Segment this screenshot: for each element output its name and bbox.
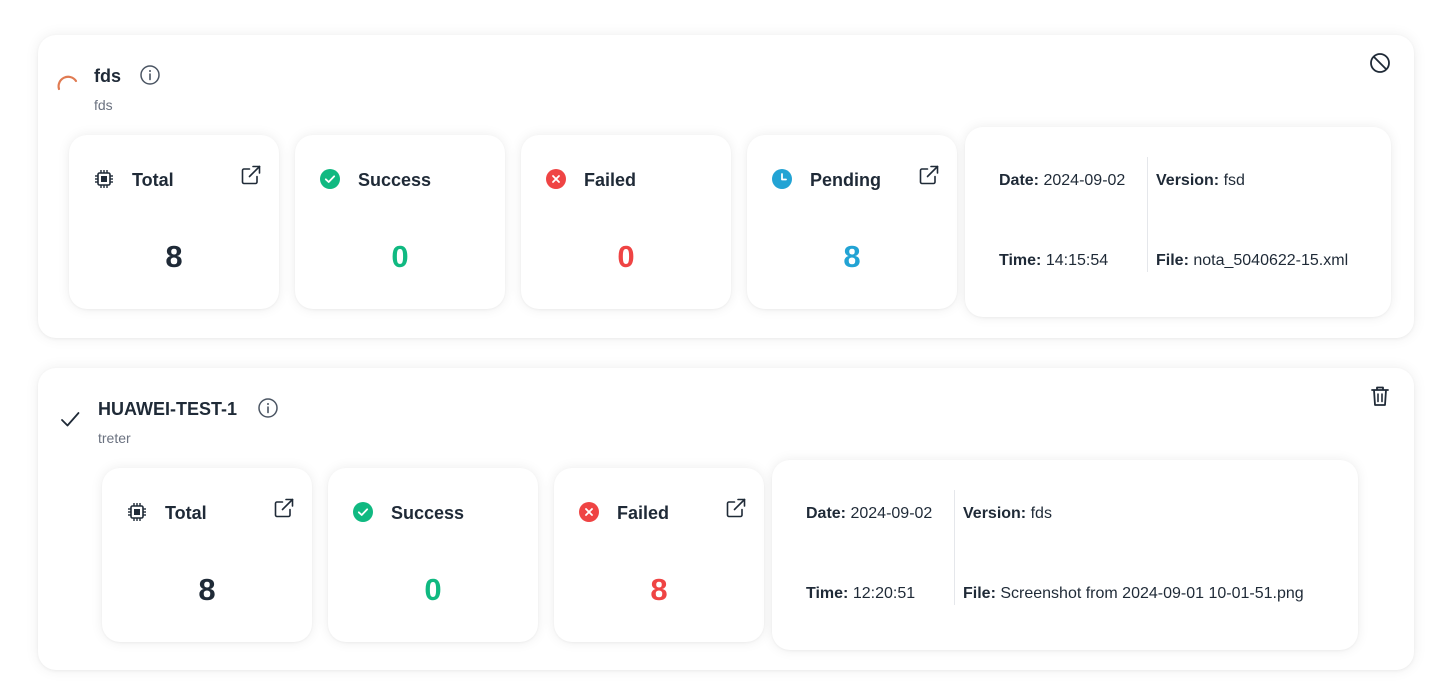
job-subtitle: fds xyxy=(94,97,113,113)
job-subtitle: treter xyxy=(98,430,131,446)
stat-value: 0 xyxy=(617,239,635,274)
info-icon[interactable] xyxy=(257,397,279,419)
meta-key: Time: xyxy=(806,585,849,602)
stat-card-failed: Failed 8 xyxy=(554,468,764,642)
job-title: HUAWEI-TEST-1 xyxy=(98,399,238,419)
check-circle-icon xyxy=(352,501,374,523)
stat-card-failed: Failed 0 xyxy=(521,135,731,309)
stat-card-total: Total 8 xyxy=(102,468,312,642)
meta-value: 2024-09-02 xyxy=(850,505,933,522)
clock-icon xyxy=(771,168,793,190)
chip-icon xyxy=(93,168,115,190)
meta-date: Date: 2024-09-02 xyxy=(806,505,932,523)
meta-version: Version: fds xyxy=(963,505,1052,523)
stat-card-total: Total 8 xyxy=(69,135,279,309)
x-circle-icon xyxy=(578,501,600,523)
stat-label: Total xyxy=(165,503,207,523)
stat-value: 8 xyxy=(165,239,183,274)
meta-value: Screenshot from 2024-09-01 10-01-51.png xyxy=(1000,585,1304,602)
stat-label: Success xyxy=(358,170,432,190)
stat-label: Total xyxy=(132,170,174,190)
stat-value: 8 xyxy=(650,572,668,607)
spinner-icon xyxy=(55,72,81,98)
chip-icon xyxy=(126,501,148,523)
meta-file: File: Screenshot from 2024-09-01 10-01-5… xyxy=(963,585,1304,603)
job-meta-card: Date: 2024-09-02 Time: 12:20:51 Version:… xyxy=(772,460,1358,650)
stat-card-success: Success 0 xyxy=(295,135,505,309)
meta-key: Version: xyxy=(963,505,1027,522)
external-link-icon[interactable] xyxy=(239,163,263,187)
meta-value: nota_5040622-15.xml xyxy=(1193,252,1349,269)
job-card: HUAWEI-TEST-1 treter Total 8 Success 0 F… xyxy=(38,368,1414,670)
trash-icon[interactable] xyxy=(1367,383,1393,409)
job-title: fds xyxy=(94,66,121,86)
external-link-icon[interactable] xyxy=(917,163,941,187)
check-circle-icon xyxy=(319,168,341,190)
meta-value: fds xyxy=(1030,505,1052,522)
stat-card-pending: Pending 8 xyxy=(747,135,957,309)
meta-divider xyxy=(1147,157,1148,272)
meta-key: File: xyxy=(963,585,996,602)
meta-key: Version: xyxy=(1156,172,1220,189)
meta-value: fsd xyxy=(1223,172,1245,189)
stat-card-success: Success 0 xyxy=(328,468,538,642)
stat-value: 0 xyxy=(424,572,442,607)
stat-label: Failed xyxy=(584,170,637,190)
meta-value: 2024-09-02 xyxy=(1043,172,1126,189)
meta-value: 14:15:54 xyxy=(1045,252,1109,269)
meta-date: Date: 2024-09-02 xyxy=(999,172,1125,190)
meta-key: Date: xyxy=(999,172,1040,189)
meta-time: Time: 14:15:54 xyxy=(999,252,1108,270)
stat-value: 8 xyxy=(198,572,216,607)
stat-label: Failed xyxy=(617,503,670,523)
meta-key: Time: xyxy=(999,252,1042,269)
cancel-icon[interactable] xyxy=(1367,50,1393,76)
external-link-icon[interactable] xyxy=(724,496,748,520)
check-icon xyxy=(57,406,83,432)
stat-value: 8 xyxy=(843,239,861,274)
x-circle-icon xyxy=(545,168,567,190)
meta-key: File: xyxy=(1156,252,1189,269)
stat-label: Success xyxy=(391,503,465,523)
meta-value: 12:20:51 xyxy=(852,585,916,602)
meta-key: Date: xyxy=(806,505,847,522)
meta-time: Time: 12:20:51 xyxy=(806,585,915,603)
meta-divider xyxy=(954,490,955,605)
stat-value: 0 xyxy=(391,239,409,274)
meta-version: Version: fsd xyxy=(1156,172,1245,190)
external-link-icon[interactable] xyxy=(272,496,296,520)
stat-label: Pending xyxy=(810,170,881,190)
job-card: fds fds Total 8 Success 0 Failed 0 Pendi… xyxy=(38,35,1414,338)
meta-file: File: nota_5040622-15.xml xyxy=(1156,252,1348,270)
job-meta-card: Date: 2024-09-02 Time: 14:15:54 Version:… xyxy=(965,127,1391,317)
info-icon[interactable] xyxy=(139,64,161,86)
